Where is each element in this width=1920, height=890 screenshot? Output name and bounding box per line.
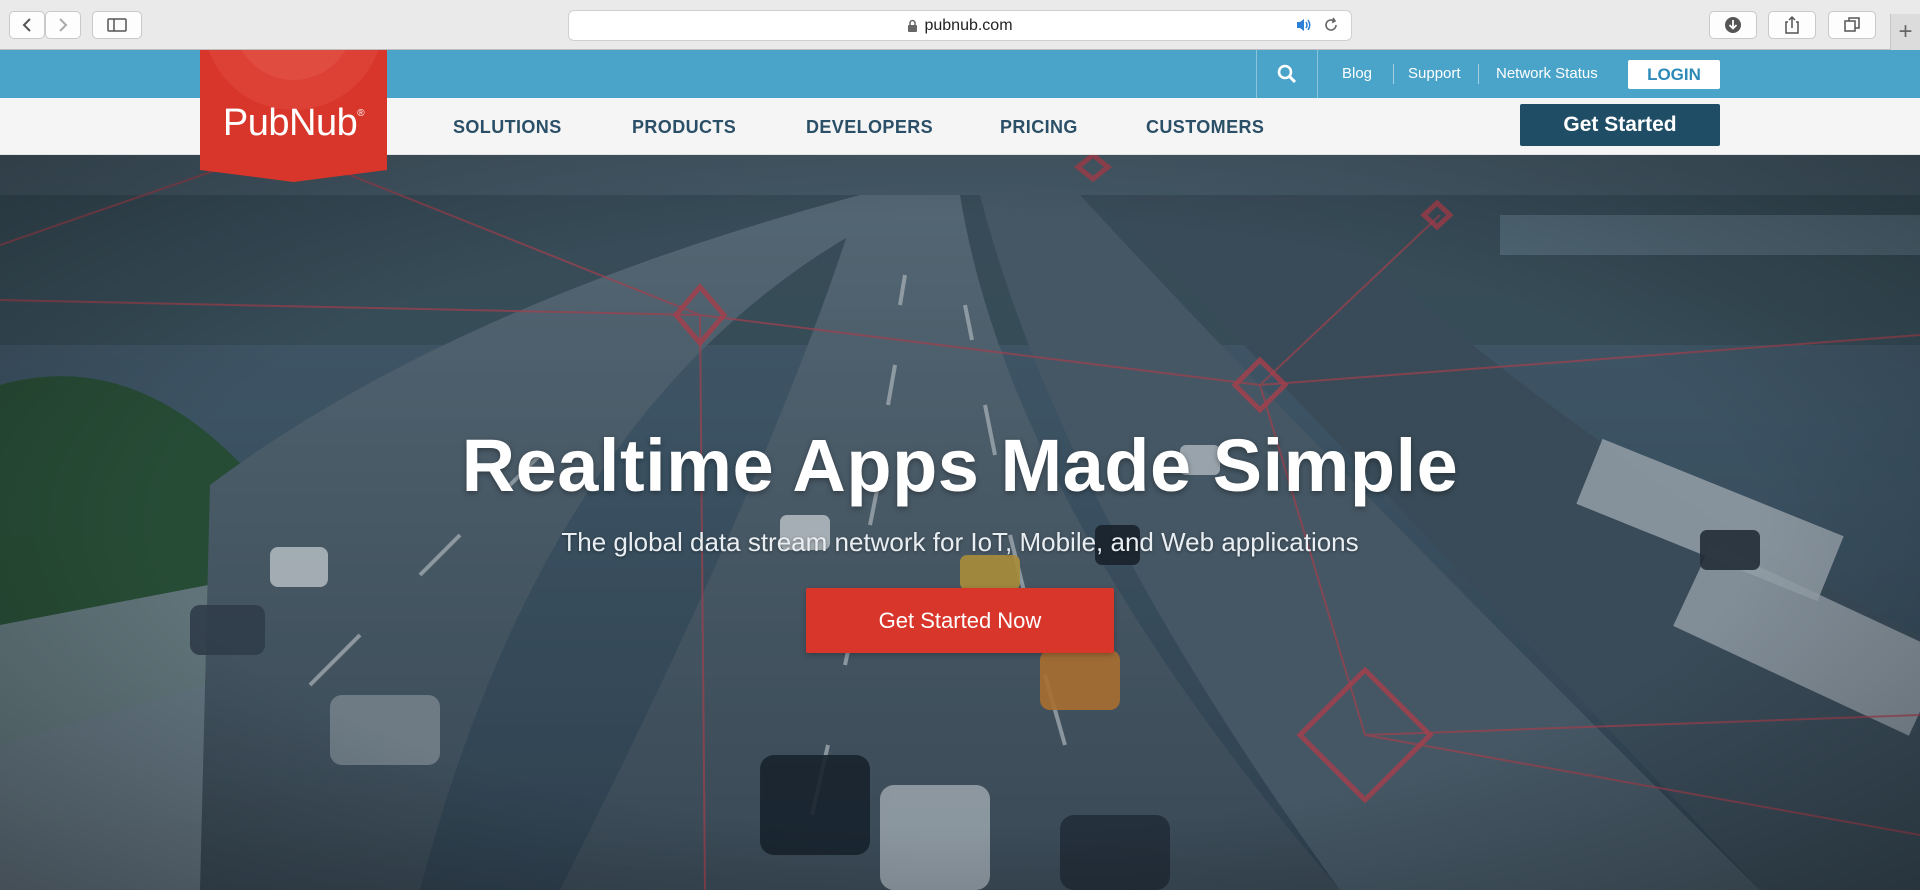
network-status-link[interactable]: Network Status (1496, 65, 1598, 82)
get-started-button[interactable]: Get Started (1520, 104, 1720, 146)
speaker-icon[interactable] (1295, 17, 1313, 38)
new-tab-button[interactable]: + (1890, 14, 1920, 50)
share-button[interactable] (1768, 11, 1816, 39)
sidebar-button[interactable] (92, 11, 142, 39)
search-icon (1277, 64, 1297, 84)
chevron-right-icon (59, 18, 68, 32)
lock-icon (907, 19, 918, 33)
reload-icon[interactable] (1323, 17, 1339, 38)
hero-section: Realtime Apps Made Simple The global dat… (0, 155, 1920, 890)
nav-products[interactable]: PRODUCTS (632, 117, 736, 138)
download-icon (1725, 17, 1741, 33)
forward-button[interactable] (45, 11, 81, 39)
sidebar-icon (107, 18, 127, 32)
nav-pricing[interactable]: PRICING (1000, 117, 1078, 138)
hero-subtitle: The global data stream network for IoT, … (561, 527, 1359, 557)
search-button[interactable] (1256, 50, 1318, 98)
blog-link[interactable]: Blog (1342, 65, 1372, 82)
hero-title: Realtime Apps Made Simple (461, 424, 1459, 507)
divider (1393, 64, 1394, 84)
tabs-overview-icon (1844, 17, 1860, 32)
get-started-now-button[interactable]: Get Started Now (806, 588, 1114, 653)
support-link[interactable]: Support (1408, 65, 1461, 82)
divider (1478, 64, 1479, 84)
address-bar[interactable]: pubnub.com (568, 10, 1352, 41)
registered-mark: ® (357, 108, 365, 119)
logo-text: PubNub (222, 102, 358, 144)
tabs-button[interactable] (1828, 11, 1876, 39)
share-icon (1785, 15, 1799, 34)
webpage: Blog Support Network Status LOGIN SOLUTI… (0, 50, 1920, 890)
downloads-button[interactable] (1709, 11, 1757, 39)
login-button[interactable]: LOGIN (1628, 60, 1720, 89)
nav-developers[interactable]: DEVELOPERS (806, 117, 933, 138)
chevron-left-icon (22, 18, 31, 32)
pubnub-logo[interactable]: PubNub® (200, 50, 387, 182)
hero-background-image (0, 155, 1920, 890)
plus-icon: + (1898, 18, 1913, 45)
url-text: pubnub.com (924, 16, 1013, 34)
nav-solutions[interactable]: SOLUTIONS (453, 117, 562, 138)
back-button[interactable] (9, 11, 45, 39)
browser-toolbar: pubnub.com + (0, 0, 1920, 50)
nav-customers[interactable]: CUSTOMERS (1146, 117, 1264, 138)
